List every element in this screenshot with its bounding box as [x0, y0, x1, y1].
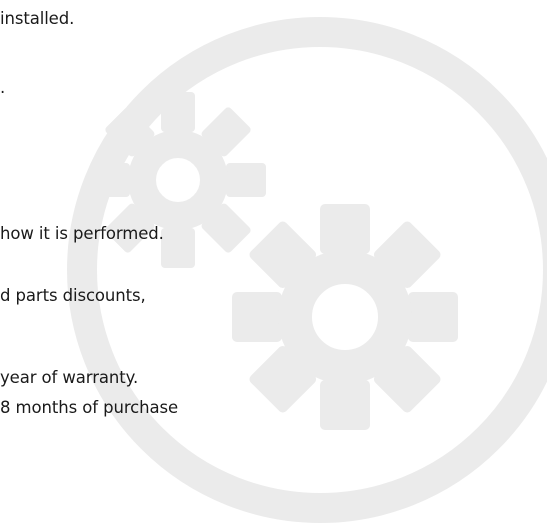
text-line-3: how it is performed.: [0, 224, 164, 243]
text-line-4: d parts discounts,: [0, 286, 146, 305]
text-line-2: .: [0, 78, 6, 97]
document-page: installed. . how it is performed. d part…: [0, 0, 547, 523]
text-line-6: 8 months of purchase: [0, 398, 179, 417]
large-gear-icon: [232, 204, 458, 430]
text-line-5: year of warranty.: [0, 368, 139, 387]
gears-watermark-icon: [67, 17, 547, 523]
text-line-1: installed.: [0, 9, 75, 28]
